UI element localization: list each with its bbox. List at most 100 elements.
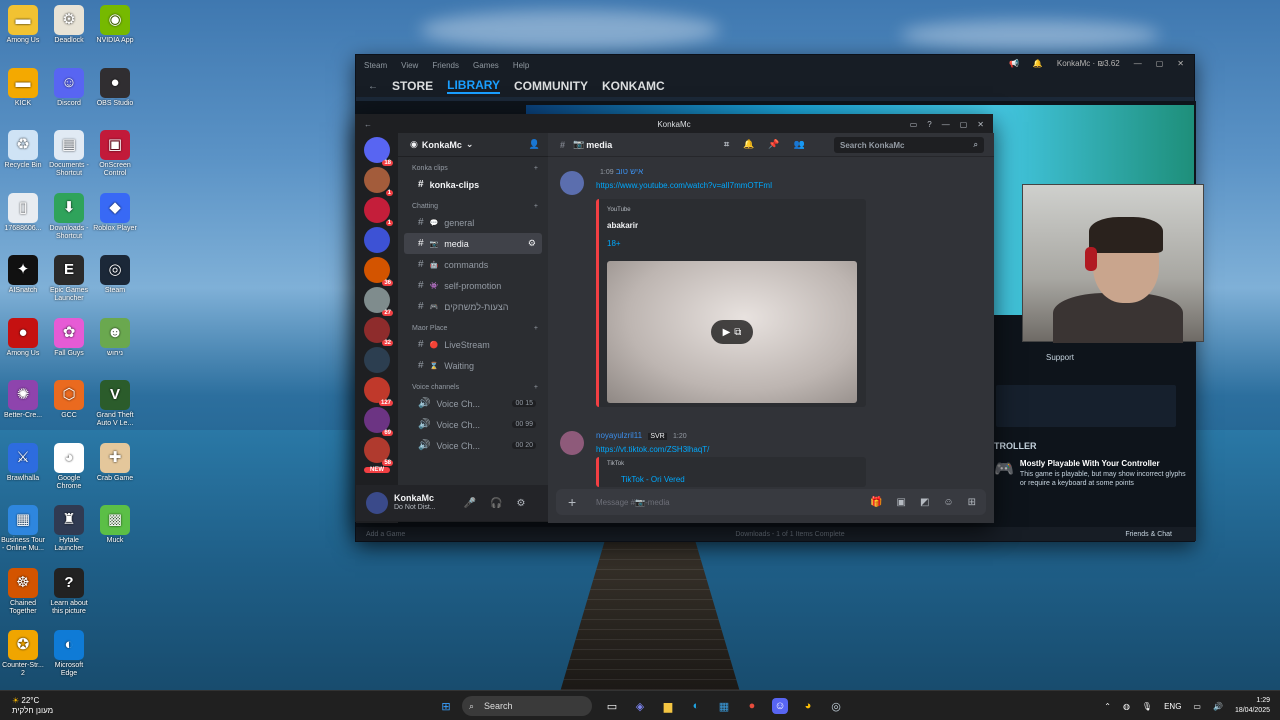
chrome-taskbar-icon[interactable]: ◕ [800,698,816,714]
steam-nav-library[interactable]: LIBRARY [447,78,501,94]
channel-category[interactable]: Konka clips + [398,157,548,174]
mic-tray-icon[interactable]: 🎙 [1142,702,1152,711]
bell-icon[interactable]: 🔔 [1033,59,1043,68]
desktop-shortcut[interactable]: ☺ Discord [46,67,92,108]
desktop-shortcut[interactable]: ◐ Microsoft Edge [46,630,92,678]
add-member-icon[interactable]: 👤 [529,139,540,150]
volume-icon[interactable]: 🔊 [1213,702,1223,711]
server-icon[interactable] [364,347,390,373]
desktop-shortcut[interactable]: ⬡ GCC [46,380,92,420]
desktop-shortcut[interactable]: ✦ AISnatch [0,255,46,295]
add-channel-icon[interactable]: + [534,203,538,210]
channel-item[interactable]: 🔊 Voice Ch... 00 15 [404,393,542,414]
server-icon[interactable]: 127 [364,377,393,406]
channel-item[interactable]: 🔊 Voice Ch... 00 20 [404,435,542,456]
desktop-shortcut[interactable]: ◎ Steam [92,255,138,295]
desktop-shortcut[interactable]: ◆ Roblox Player [92,192,138,233]
desktop-shortcut[interactable]: ▯ 17688606... [0,192,46,233]
discord-window[interactable]: ← KonkaMc ▭ ? — ▢ ✕ 18 1 1 36 27 32 127 69 58 NEW… [355,114,994,523]
channel-item[interactable]: # 💬 general [404,212,542,233]
channel-item[interactable]: # 🔴 LiveStream [404,334,542,355]
edge-icon[interactable]: ◐ [688,698,704,714]
desktop-shortcut[interactable]: ◉ NVIDIA App [92,5,138,45]
clock[interactable]: 1:29 18/04/2025 [1235,696,1270,716]
desktop-shortcut[interactable]: ▦ Business Tour - Online Mu... [0,505,46,553]
message-link[interactable]: https://vt.tiktok.com/ZSH3lhaqT/ [596,445,709,454]
server-icon[interactable]: 27 [364,287,393,316]
close-icon[interactable]: ✕ [1177,59,1184,68]
add-attachment-icon[interactable]: + [568,494,576,510]
task-view-icon[interactable]: ▭ [604,698,620,714]
store-icon[interactable]: ▦ [716,698,732,714]
desktop-shortcut[interactable]: ✺ Better-Cre... [0,380,46,420]
desktop-shortcut[interactable]: ☻ ניחוש [92,317,138,358]
microphone-icon[interactable]: 🎤 [464,498,476,509]
play-button[interactable]: ▶ ⧉ [711,320,753,344]
settings-gear-icon[interactable]: ⚙ [517,498,526,509]
pin-icon[interactable]: 📌 [768,139,779,150]
server-icon[interactable]: 18 [364,137,393,166]
app-icon[interactable]: ● [744,698,760,714]
gif-icon[interactable]: ▣ [896,497,905,508]
desktop-shortcut[interactable]: ▣ OnScreen Control [92,130,138,178]
add-game-button[interactable]: Add a Game [366,531,405,538]
desktop-shortcut[interactable]: ▬ Among Us [0,5,46,45]
message-author[interactable]: איש טוב [616,167,643,176]
server-icon[interactable] [364,227,390,253]
desktop-shortcut[interactable]: ▤ Documents - Shortcut [46,130,92,178]
channel-category[interactable]: Voice channels + [398,376,548,393]
discord-taskbar-icon[interactable]: ☺ [772,698,788,714]
minimize-icon[interactable]: — [942,120,950,129]
channel-item[interactable]: 🔊 Voice Ch... 00 99 [404,414,542,435]
add-channel-icon[interactable]: + [534,325,538,332]
desktop-shortcut[interactable]: ⚔ Brawlhalla [0,442,46,483]
threads-icon[interactable]: ⌗ [724,139,729,150]
steam-support-link[interactable]: Support [1046,353,1074,362]
steam-taskbar-icon[interactable]: ◎ [828,698,844,714]
avatar[interactable] [560,431,584,455]
desktop-shortcut[interactable]: ⬇ Downloads - Shortcut [46,192,92,241]
minimize-icon[interactable]: — [1134,59,1142,68]
desktop-shortcut[interactable]: E Epic Games Launcher [46,255,92,303]
desktop-shortcut[interactable]: ▩ Muck [92,505,138,545]
taskbar-search[interactable]: ⌕ Search [462,696,592,716]
language-indicator[interactable]: ENG [1164,702,1181,711]
steam-menu-friends[interactable]: Friends [432,61,459,70]
add-channel-icon[interactable]: + [534,165,538,172]
inbox-icon[interactable]: ▭ [910,120,918,129]
server-icon[interactable]: 36 [364,257,393,286]
server-icon[interactable]: 69 [364,407,393,436]
channel-item[interactable]: # 🤖 commands [404,254,542,275]
embed-title[interactable]: TikTok - Ori Vered [621,475,685,484]
member-list-icon[interactable]: 👥 [794,139,805,150]
desktop-shortcut[interactable]: ▬ KICK [0,67,46,108]
server-icon[interactable]: 1 [364,167,393,196]
back-arrow-icon[interactable]: ← [364,120,372,129]
channel-category[interactable]: Maor Place + [398,317,548,334]
downloads-status[interactable]: Downloads - 1 of 1 Items Complete [735,531,844,538]
channel-item[interactable]: # ⌛ Waiting [404,355,542,376]
desktop-shortcut[interactable]: ? Learn about this picture [46,567,92,616]
desktop-shortcut[interactable]: ♻ Recycle Bin [0,130,46,170]
windows-start-icon[interactable]: ⊞ [438,698,454,714]
avatar[interactable] [560,171,584,195]
message-input[interactable]: + Message #📷-media 🎁 ▣ ◩ ☺ ⊞ [556,489,986,515]
maximize-icon[interactable]: ▢ [960,120,968,129]
steam-menu-games[interactable]: Games [473,61,499,70]
server-header[interactable]: ◉ KonkaMc ⌄ 👤 [398,133,548,157]
close-icon[interactable]: ✕ [977,120,984,129]
message-author[interactable]: noyayulzril11 [596,431,642,440]
channel-item[interactable]: # konka-clips [404,174,542,195]
server-icon[interactable]: 1 [364,197,393,226]
gift-icon[interactable]: 🎁 [870,497,882,508]
back-arrow-icon[interactable]: ← [368,81,378,92]
file-explorer-icon[interactable]: ▆ [660,698,676,714]
embed-title[interactable]: abakarir [607,221,638,230]
message-link[interactable]: https://www.youtube.com/watch?v=alI7mmOT… [596,181,772,190]
channel-item[interactable]: # 📷 media ⚙ [404,233,542,254]
desktop-shortcut[interactable]: ✿ Fall Guys [46,317,92,358]
desktop-shortcut[interactable]: ⚙ Deadlock [46,5,92,45]
server-icon[interactable]: 58 [364,437,393,466]
channel-category[interactable]: Chatting + [398,195,548,212]
megaphone-icon[interactable]: 📢 [1009,59,1019,68]
